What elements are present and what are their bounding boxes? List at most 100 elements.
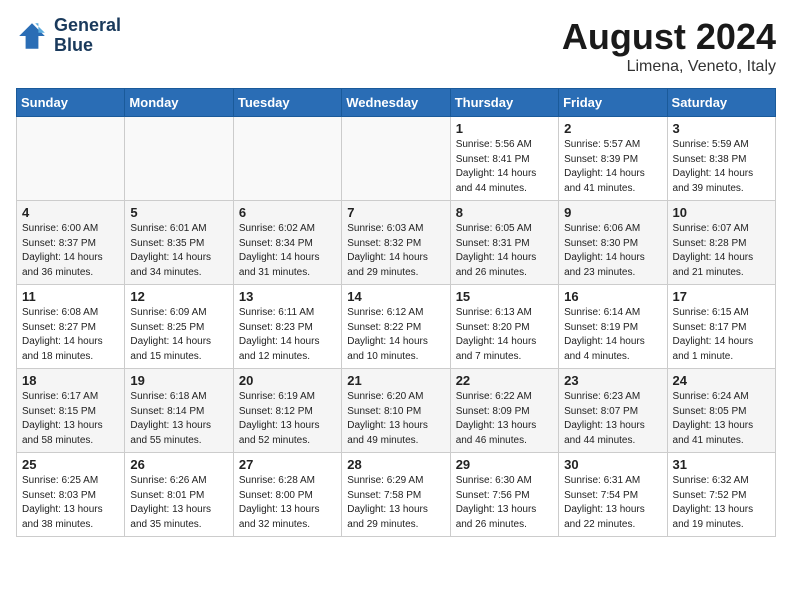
calendar-day-cell: 29 Sunrise: 6:30 AM Sunset: 7:56 PM Dayli… [450,453,558,537]
title-block: August 2024 Limena, Veneto, Italy [562,16,776,76]
day-info: Sunrise: 6:29 AM Sunset: 7:58 PM Dayligh… [347,474,444,532]
day-number: 19 [130,373,227,388]
day-number: 10 [673,205,770,220]
calendar-week-row: 18 Sunrise: 6:17 AM Sunset: 8:15 PM Dayli… [17,369,776,453]
day-number: 29 [456,457,553,472]
day-number: 12 [130,289,227,304]
day-info: Sunrise: 6:20 AM Sunset: 8:10 PM Dayligh… [347,390,444,448]
day-info: Sunrise: 6:26 AM Sunset: 8:01 PM Dayligh… [130,474,227,532]
day-number: 15 [456,289,553,304]
calendar-day-cell: 22Sunrise: 6:22 AM Sunset: 8:09 PM Dayli… [450,369,558,453]
calendar-day-cell: 17 Sunrise: 6:15 AM Sunset: 8:17 PM Dayli… [667,285,775,369]
calendar-day-cell: 12 Sunrise: 6:09 AM Sunset: 8:25 PM Dayli… [125,285,233,369]
calendar-day-cell: 27 Sunrise: 6:28 AM Sunset: 8:00 PM Dayli… [233,453,341,537]
day-number: 24 [673,373,770,388]
calendar-day-cell: 23 Sunrise: 6:23 AM Sunset: 8:07 PM Dayli… [559,369,667,453]
day-number: 4 [22,205,119,220]
page-header: General Blue August 2024 Limena, Veneto,… [16,16,776,76]
calendar-day-cell: 26Sunrise: 6:26 AM Sunset: 8:01 PM Dayli… [125,453,233,537]
day-info: Sunrise: 6:24 AM Sunset: 8:05 PM Dayligh… [673,390,770,448]
calendar-day-cell: 31 Sunrise: 6:32 AM Sunset: 7:52 PM Dayli… [667,453,775,537]
calendar-day-cell: 16 Sunrise: 6:14 AM Sunset: 8:19 PM Dayli… [559,285,667,369]
day-info: Sunrise: 6:32 AM Sunset: 7:52 PM Dayligh… [673,474,770,532]
day-info: Sunrise: 6:19 AM Sunset: 8:12 PM Dayligh… [239,390,336,448]
day-info: Sunrise: 6:09 AM Sunset: 8:25 PM Dayligh… [130,306,227,364]
day-info: Sunrise: 6:31 AM Sunset: 7:54 PM Dayligh… [564,474,661,532]
calendar-day-cell: 11 Sunrise: 6:08 AM Sunset: 8:27 PM Dayli… [17,285,125,369]
day-number: 17 [673,289,770,304]
calendar-day-cell: 20 Sunrise: 6:19 AM Sunset: 8:12 PM Dayli… [233,369,341,453]
calendar-day-cell [233,117,341,201]
day-number: 31 [673,457,770,472]
calendar-table: SundayMondayTuesdayWednesdayThursdayFrid… [16,88,776,537]
calendar-day-cell: 8 Sunrise: 6:05 AM Sunset: 8:31 PM Daylig… [450,201,558,285]
calendar-day-cell: 21 Sunrise: 6:20 AM Sunset: 8:10 PM Dayli… [342,369,450,453]
calendar-day-cell: 13 Sunrise: 6:11 AM Sunset: 8:23 PM Dayli… [233,285,341,369]
calendar-day-cell: 10 Sunrise: 6:07 AM Sunset: 8:28 PM Dayli… [667,201,775,285]
calendar-day-cell: 19 Sunrise: 6:18 AM Sunset: 8:14 PM Dayli… [125,369,233,453]
weekday-header-cell: Thursday [450,89,558,117]
day-number: 13 [239,289,336,304]
day-number: 25 [22,457,119,472]
day-info: Sunrise: 6:01 AM Sunset: 8:35 PM Dayligh… [130,222,227,280]
day-number: 28 [347,457,444,472]
day-info: Sunrise: 6:07 AM Sunset: 8:28 PM Dayligh… [673,222,770,280]
day-info: Sunrise: 6:13 AM Sunset: 8:20 PM Dayligh… [456,306,553,364]
calendar-week-row: 4 Sunrise: 6:00 AM Sunset: 8:37 PM Daylig… [17,201,776,285]
day-number: 27 [239,457,336,472]
logo-icon [16,20,48,52]
calendar-day-cell: 24 Sunrise: 6:24 AM Sunset: 8:05 PM Dayli… [667,369,775,453]
weekday-header-cell: Wednesday [342,89,450,117]
calendar-day-cell: 2 Sunrise: 5:57 AM Sunset: 8:39 PM Daylig… [559,117,667,201]
calendar-day-cell [125,117,233,201]
calendar-day-cell: 28 Sunrise: 6:29 AM Sunset: 7:58 PM Dayli… [342,453,450,537]
calendar-day-cell: 15 Sunrise: 6:13 AM Sunset: 8:20 PM Dayli… [450,285,558,369]
day-info: Sunrise: 6:18 AM Sunset: 8:14 PM Dayligh… [130,390,227,448]
day-number: 18 [22,373,119,388]
day-number: 22 [456,373,553,388]
weekday-header-cell: Monday [125,89,233,117]
day-info: Sunrise: 6:05 AM Sunset: 8:31 PM Dayligh… [456,222,553,280]
calendar-body: 1Sunrise: 5:56 AM Sunset: 8:41 PM Daylig… [17,117,776,537]
calendar-week-row: 11 Sunrise: 6:08 AM Sunset: 8:27 PM Dayli… [17,285,776,369]
calendar-day-cell: 14Sunrise: 6:12 AM Sunset: 8:22 PM Dayli… [342,285,450,369]
calendar-day-cell [342,117,450,201]
month-year: August 2024 [562,16,776,58]
calendar-week-row: 25 Sunrise: 6:25 AM Sunset: 8:03 PM Dayli… [17,453,776,537]
day-number: 6 [239,205,336,220]
day-info: Sunrise: 6:02 AM Sunset: 8:34 PM Dayligh… [239,222,336,280]
day-number: 20 [239,373,336,388]
day-number: 2 [564,121,661,136]
day-info: Sunrise: 6:17 AM Sunset: 8:15 PM Dayligh… [22,390,119,448]
day-number: 5 [130,205,227,220]
day-number: 8 [456,205,553,220]
day-info: Sunrise: 6:11 AM Sunset: 8:23 PM Dayligh… [239,306,336,364]
day-number: 1 [456,121,553,136]
logo: General Blue [16,16,121,56]
day-info: Sunrise: 6:30 AM Sunset: 7:56 PM Dayligh… [456,474,553,532]
day-info: Sunrise: 6:00 AM Sunset: 8:37 PM Dayligh… [22,222,119,280]
day-info: Sunrise: 6:15 AM Sunset: 8:17 PM Dayligh… [673,306,770,364]
calendar-week-row: 1Sunrise: 5:56 AM Sunset: 8:41 PM Daylig… [17,117,776,201]
day-info: Sunrise: 6:14 AM Sunset: 8:19 PM Dayligh… [564,306,661,364]
day-info: Sunrise: 6:28 AM Sunset: 8:00 PM Dayligh… [239,474,336,532]
calendar-day-cell: 6 Sunrise: 6:02 AM Sunset: 8:34 PM Daylig… [233,201,341,285]
day-info: Sunrise: 6:08 AM Sunset: 8:27 PM Dayligh… [22,306,119,364]
day-info: Sunrise: 6:23 AM Sunset: 8:07 PM Dayligh… [564,390,661,448]
day-number: 3 [673,121,770,136]
day-number: 16 [564,289,661,304]
calendar-day-cell: 9Sunrise: 6:06 AM Sunset: 8:30 PM Daylig… [559,201,667,285]
day-info: Sunrise: 6:25 AM Sunset: 8:03 PM Dayligh… [22,474,119,532]
day-number: 11 [22,289,119,304]
calendar-day-cell: 30Sunrise: 6:31 AM Sunset: 7:54 PM Dayli… [559,453,667,537]
weekday-header-cell: Friday [559,89,667,117]
weekday-header-row: SundayMondayTuesdayWednesdayThursdayFrid… [17,89,776,117]
location: Limena, Veneto, Italy [562,58,776,76]
day-info: Sunrise: 6:03 AM Sunset: 8:32 PM Dayligh… [347,222,444,280]
weekday-header-cell: Saturday [667,89,775,117]
weekday-header-cell: Sunday [17,89,125,117]
day-number: 21 [347,373,444,388]
day-info: Sunrise: 5:57 AM Sunset: 8:39 PM Dayligh… [564,138,661,196]
calendar-day-cell [17,117,125,201]
day-number: 23 [564,373,661,388]
